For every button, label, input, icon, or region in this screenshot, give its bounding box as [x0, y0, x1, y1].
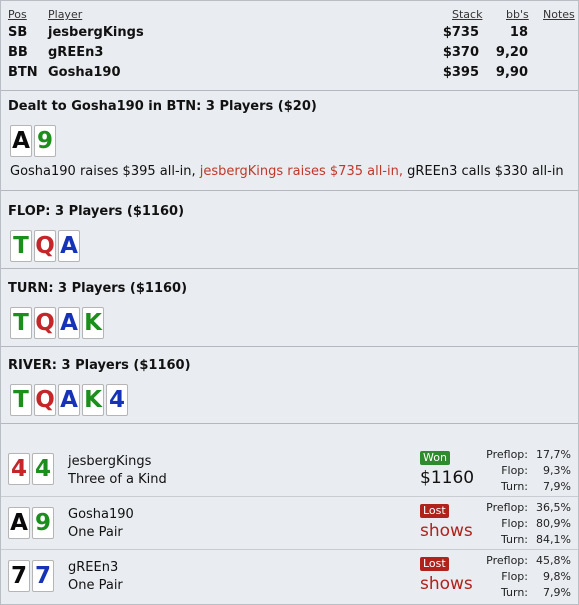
- player-stack: $395: [442, 65, 479, 80]
- won-badge: Won: [420, 451, 450, 465]
- card-T-green: T: [10, 230, 32, 262]
- card-9-green: 9: [34, 125, 56, 157]
- player-pos: BTN: [8, 65, 38, 80]
- action-text: Gosha190 raises $395 all-in,: [10, 164, 200, 179]
- equity-value: 7,9%: [543, 586, 571, 599]
- lost-badge: Lost: [420, 557, 449, 571]
- card-Q-red: Q: [34, 230, 56, 262]
- river-cards: T Q A K 4: [10, 384, 128, 416]
- turn-title: TURN: 3 Players ($1160): [8, 281, 188, 296]
- result-player-name: gREEn3: [68, 560, 119, 575]
- col-header-bbs[interactable]: bb's: [506, 8, 529, 21]
- shows-label: shows: [420, 521, 473, 541]
- result-row: 7 7 gREEn3 One Pair Lost shows Preflop: …: [1, 550, 579, 603]
- result-hand-rank: One Pair: [68, 525, 123, 540]
- player-bbs: 9,20: [495, 45, 528, 60]
- card-A-blue: A: [58, 307, 80, 339]
- equity-label: Flop:: [501, 517, 528, 530]
- player-pos: SB: [8, 25, 28, 40]
- equity-label: Turn:: [500, 480, 528, 493]
- result-cards: 4 4: [8, 453, 54, 485]
- result-player-name: Gosha190: [68, 507, 134, 522]
- player-name: gREEn3: [48, 45, 104, 60]
- equity-value: 17,7%: [536, 448, 571, 461]
- action-text-highlight: jesbergKings raises $735 all-in,: [199, 164, 408, 179]
- card-K-green: K: [82, 384, 104, 416]
- section-divider: [1, 90, 578, 91]
- equity-label: Flop:: [501, 570, 528, 583]
- result-row: 4 4 jesbergKings Three of a Kind Won $11…: [1, 441, 579, 495]
- player-stack: $370: [442, 45, 479, 60]
- card-4-green: 4: [32, 453, 54, 485]
- hand-history-panel: Pos Player Stack bb's Notes SB jesbergKi…: [0, 0, 579, 605]
- equity-label: Turn:: [500, 533, 528, 546]
- preflop-actions: Gosha190 raises $395 all-in, jesbergKing…: [10, 164, 564, 179]
- result-player-name: jesbergKings: [68, 454, 152, 469]
- result-cards: 7 7: [8, 560, 54, 592]
- card-7-blue: 7: [32, 560, 54, 592]
- action-text: gREEn3 calls $330 all-in: [407, 164, 564, 179]
- preflop-title: Dealt to Gosha190 in BTN: 3 Players ($20…: [8, 99, 317, 114]
- equity-value: 45,8%: [536, 554, 571, 567]
- turn-cards: T Q A K: [10, 307, 104, 339]
- equity-label: Preflop:: [486, 501, 528, 514]
- section-divider: [1, 423, 578, 424]
- result-cards: A 9: [8, 507, 54, 539]
- equity-value: 9,8%: [543, 570, 571, 583]
- equity-label: Preflop:: [486, 448, 528, 461]
- hero-cards: A 9: [10, 125, 56, 157]
- equity-label: Flop:: [501, 464, 528, 477]
- result-row: A 9 Gosha190 One Pair Lost shows Preflop…: [1, 497, 579, 550]
- player-pos: BB: [8, 45, 28, 60]
- section-divider: [1, 268, 578, 269]
- card-9-green: 9: [32, 507, 54, 539]
- player-name: Gosha190: [48, 65, 121, 80]
- lost-badge: Lost: [420, 504, 449, 518]
- player-bbs: 9,90: [495, 65, 528, 80]
- card-A-blue: A: [58, 230, 80, 262]
- equity-value: 9,3%: [543, 464, 571, 477]
- result-amount: $1160: [420, 468, 475, 488]
- card-K-green: K: [82, 307, 104, 339]
- shows-label: shows: [420, 574, 473, 594]
- card-7-black: 7: [8, 560, 30, 592]
- player-stack: $735: [442, 25, 479, 40]
- card-A-black: A: [10, 125, 32, 157]
- player-row[interactable]: SB jesbergKings $735 18: [1, 25, 579, 45]
- section-divider: [1, 190, 578, 191]
- col-header-notes[interactable]: Notes: [543, 8, 575, 21]
- river-title: RIVER: 3 Players ($1160): [8, 358, 191, 373]
- equity-value: 7,9%: [543, 480, 571, 493]
- card-4-red: 4: [8, 453, 30, 485]
- equity-value: 80,9%: [536, 517, 571, 530]
- col-header-stack[interactable]: Stack: [452, 8, 482, 21]
- card-T-green: T: [10, 384, 32, 416]
- flop-cards: T Q A: [10, 230, 80, 262]
- col-header-player[interactable]: Player: [48, 8, 82, 21]
- equity-label: Turn:: [500, 586, 528, 599]
- col-header-pos[interactable]: Pos: [8, 8, 27, 21]
- flop-title: FLOP: 3 Players ($1160): [8, 204, 185, 219]
- result-hand-rank: One Pair: [68, 578, 123, 593]
- card-A-blue: A: [58, 384, 80, 416]
- equity-label: Preflop:: [486, 554, 528, 567]
- card-Q-red: Q: [34, 384, 56, 416]
- player-bbs: 18: [509, 25, 528, 40]
- card-4-blue: 4: [106, 384, 128, 416]
- player-row[interactable]: BTN Gosha190 $395 9,90: [1, 65, 579, 85]
- card-A-black: A: [8, 507, 30, 539]
- section-divider: [1, 346, 578, 347]
- equity-value: 84,1%: [536, 533, 571, 546]
- equity-value: 36,5%: [536, 501, 571, 514]
- result-hand-rank: Three of a Kind: [68, 472, 167, 487]
- card-T-green: T: [10, 307, 32, 339]
- player-row[interactable]: BB gREEn3 $370 9,20: [1, 45, 579, 65]
- card-Q-red: Q: [34, 307, 56, 339]
- player-name: jesbergKings: [48, 25, 144, 40]
